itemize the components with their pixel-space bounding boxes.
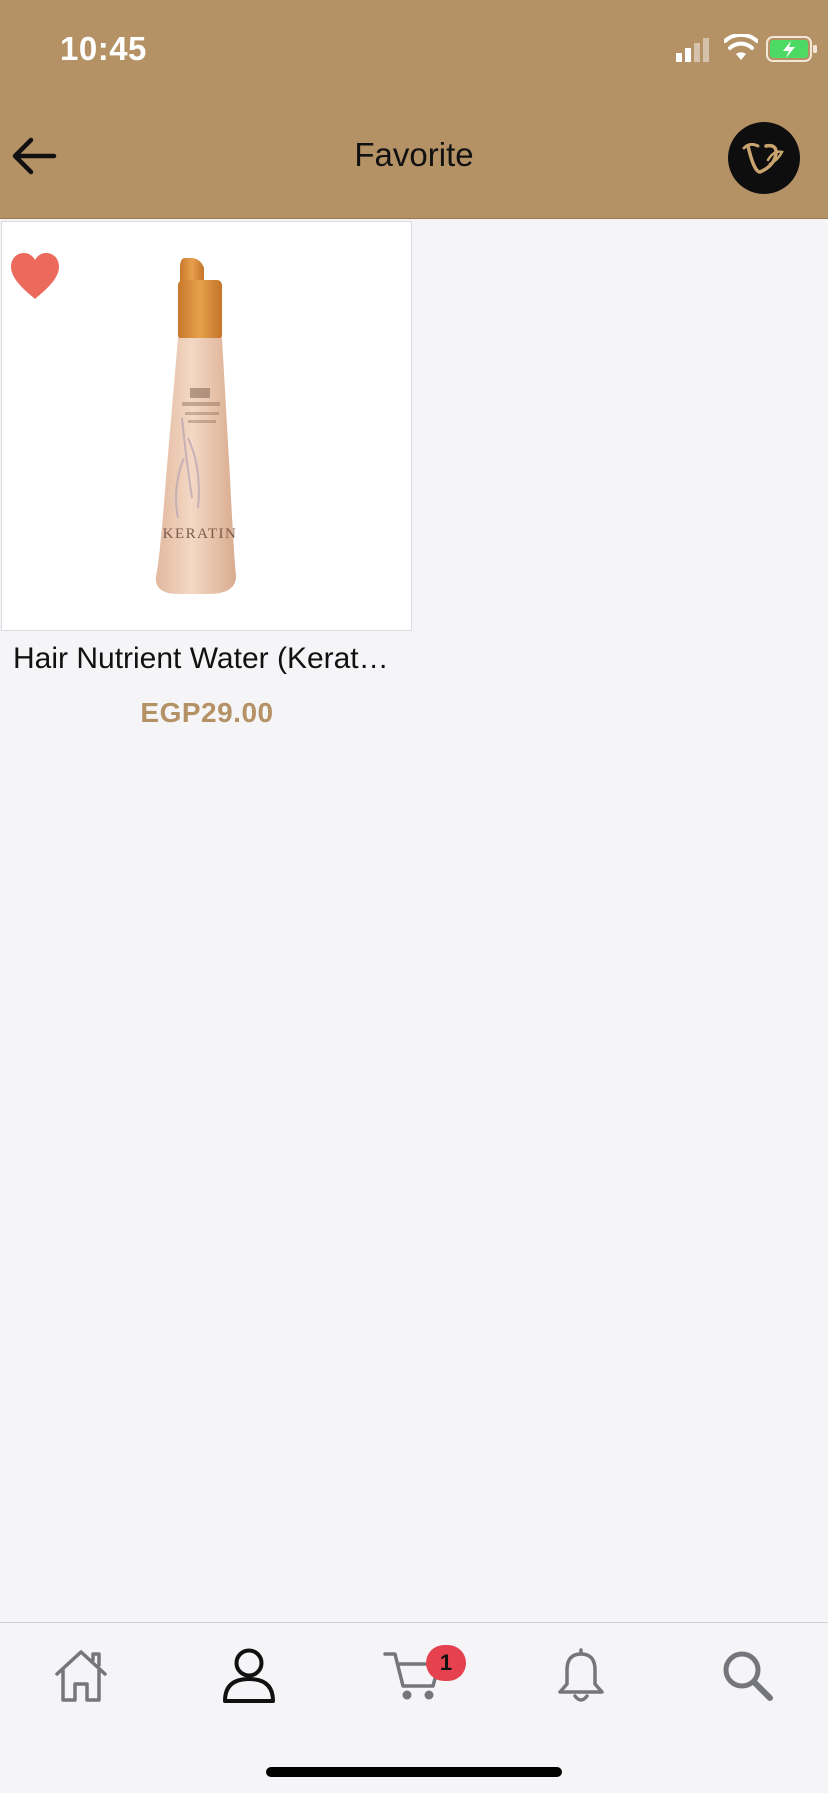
product-name[interactable]: Hair Nutrient Water (Kerat… bbox=[13, 642, 413, 676]
product-price: EGP29.00 bbox=[140, 697, 274, 728]
search-icon bbox=[723, 1651, 773, 1701]
tab-search[interactable] bbox=[712, 1643, 782, 1707]
bottle-label: KERATIN bbox=[163, 526, 238, 542]
home-indicator bbox=[266, 1767, 562, 1777]
product-image: KERATIN bbox=[155, 258, 238, 594]
brand-logo[interactable] bbox=[728, 122, 800, 194]
tab-home[interactable] bbox=[46, 1643, 116, 1707]
page-title: Favorite bbox=[354, 136, 474, 173]
battery-charging-icon bbox=[766, 36, 817, 62]
wifi-icon bbox=[724, 34, 758, 60]
heart-icon bbox=[11, 253, 59, 299]
signal-icon bbox=[676, 38, 709, 62]
profile-icon bbox=[223, 1648, 275, 1703]
bell-icon bbox=[558, 1648, 604, 1702]
tab-notifications[interactable] bbox=[546, 1643, 616, 1707]
favorite-toggle-button[interactable] bbox=[8, 250, 62, 302]
back-arrow-icon bbox=[12, 137, 57, 175]
logo-mark bbox=[742, 142, 784, 174]
app-header: 10:45 Favorite bbox=[0, 0, 828, 219]
tab-profile[interactable] bbox=[214, 1643, 284, 1707]
favorite-product-card[interactable]: KERATIN bbox=[1, 221, 412, 631]
status-time: 10:45 bbox=[60, 30, 147, 67]
home-icon bbox=[55, 1650, 107, 1702]
cart-badge: 1 bbox=[426, 1645, 466, 1681]
back-button[interactable] bbox=[8, 134, 60, 178]
